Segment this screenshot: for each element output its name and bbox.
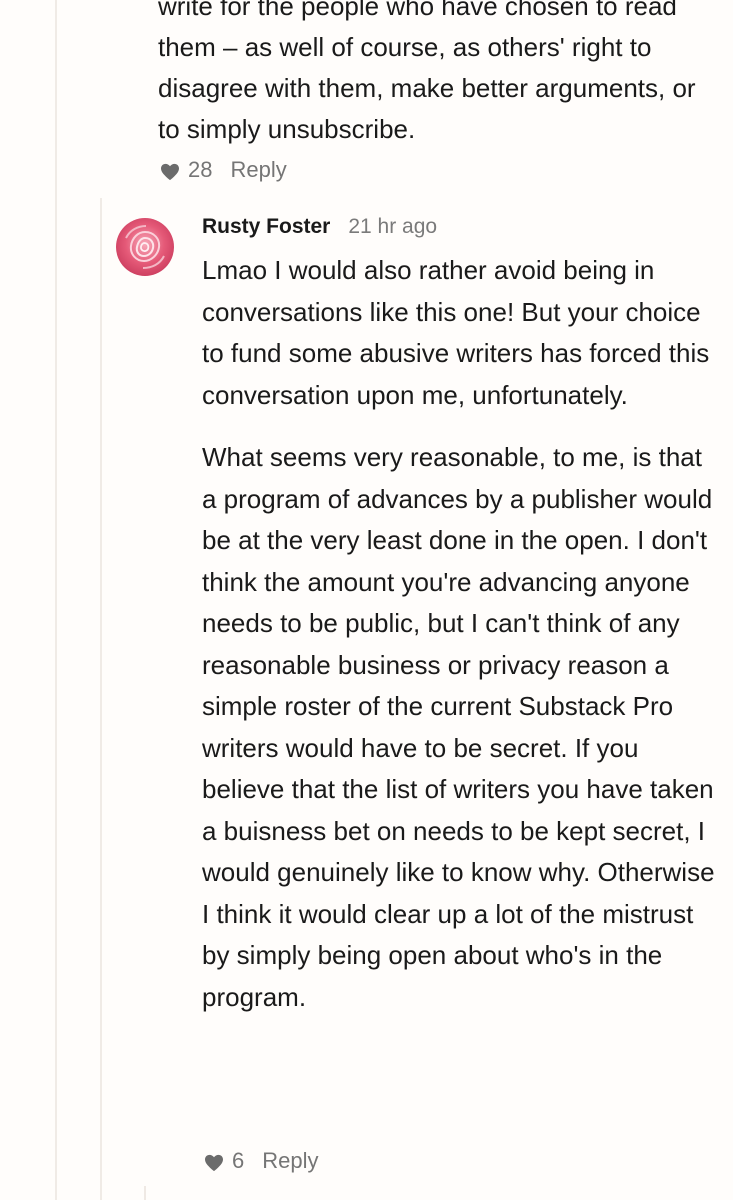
reply-comment-body: Lmao I would also rather avoid being in …	[202, 250, 717, 1039]
avatar[interactable]	[116, 218, 174, 276]
parent-comment-actions: 28 Reply	[160, 157, 287, 183]
comment-author[interactable]: Rusty Foster	[202, 215, 330, 239]
heart-icon[interactable]	[204, 1152, 224, 1172]
comment-paragraph: Lmao I would also rather avoid being in …	[202, 255, 710, 410]
comment-paragraph: What seems very reasonable, to me, is th…	[202, 442, 715, 1012]
thread-line-outer	[55, 0, 57, 1200]
thread-line-nested	[144, 1186, 146, 1200]
comment-timestamp[interactable]: 21 hr ago	[348, 215, 437, 239]
parent-comment-body: write for the people who have chosen to …	[158, 0, 718, 150]
parent-comment-paragraph: write for the people who have chosen to …	[158, 0, 696, 144]
comment-header: Rusty Foster 21 hr ago	[202, 215, 437, 239]
thread-line-inner	[100, 198, 102, 1200]
like-count: 28	[188, 157, 213, 182]
rose-avatar-icon	[116, 218, 174, 276]
reply-button[interactable]: Reply	[230, 157, 286, 183]
reply-button[interactable]: Reply	[262, 1148, 318, 1174]
heart-icon[interactable]	[160, 161, 180, 181]
like-count: 6	[232, 1148, 245, 1173]
reply-comment-actions: 6 Reply	[204, 1148, 319, 1174]
